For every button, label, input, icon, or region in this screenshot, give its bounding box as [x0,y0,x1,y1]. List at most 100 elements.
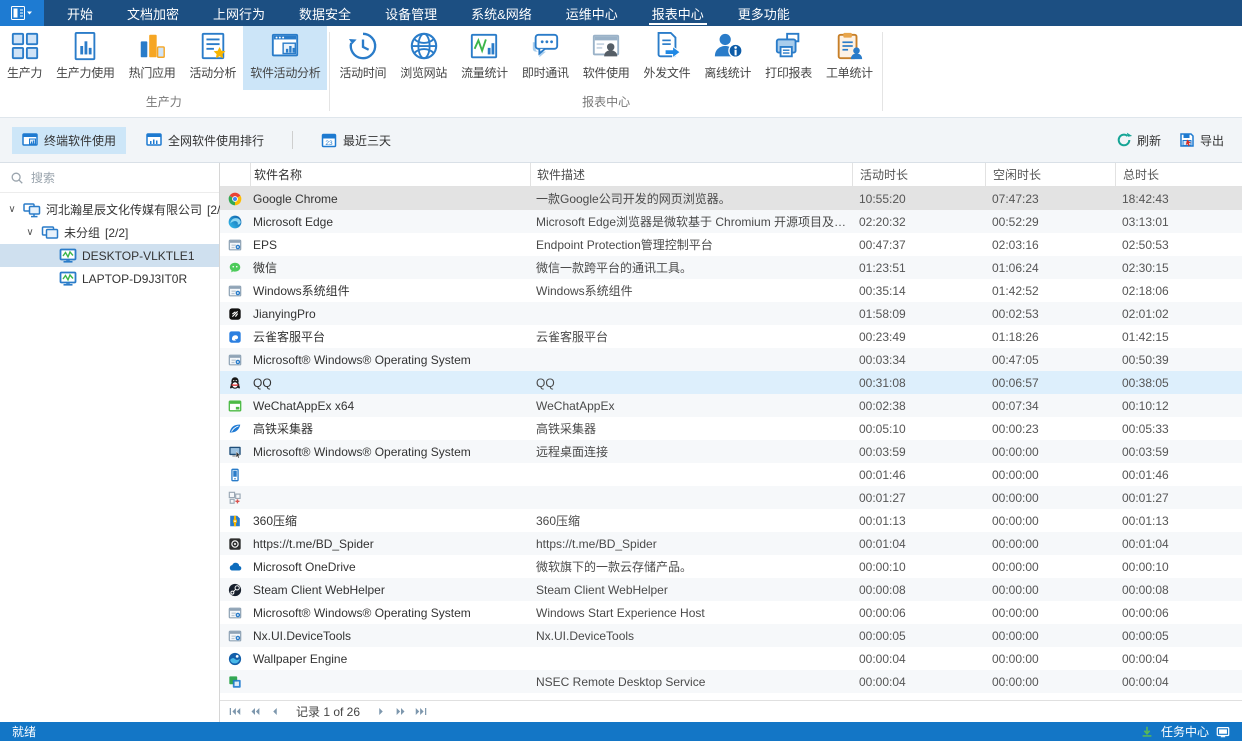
ribbon-button-0-2[interactable]: 热门应用 [122,26,183,90]
cell-total-text: 00:00:06 [1122,606,1169,620]
table-row[interactable]: 00:01:2700:00:0000:01:27 [220,486,1242,509]
ribbon-button-1-0[interactable]: 活动时间 [332,26,393,90]
tree-item-3[interactable]: LAPTOP-D9J3IT0R [0,267,219,290]
table-row[interactable]: NSEC Remote Desktop Service00:00:0400:00… [220,670,1242,693]
page-first-button[interactable] [226,705,244,719]
table-row[interactable]: 微信微信一款跨平台的通讯工具。01:23:5101:06:2402:30:15 [220,256,1242,279]
page-next-button[interactable] [372,705,390,719]
ribbon-button-label: 生产力使用 [56,64,115,81]
table-row[interactable]: WeChatAppEx x64WeChatAppEx00:02:3800:07:… [220,394,1242,417]
menu-item-8[interactable]: 更多功能 [721,0,807,26]
date-filter-button[interactable]: 23 最近三天 [311,127,401,154]
ribbon-separator [882,32,883,111]
wechatappex-icon [228,399,242,413]
ribbon-button-0-0[interactable]: 生产力 [0,26,49,90]
table-row[interactable]: JianyingPro01:58:0900:02:5302:01:02 [220,302,1242,325]
table-row[interactable]: Wallpaper Engine00:00:0400:00:0000:00:04 [220,647,1242,670]
table-row[interactable]: Windows系统组件Windows系统组件00:35:1401:42:5202… [220,279,1242,302]
tree-item-count: [2/2] [105,226,128,240]
ribbon-button-1-1[interactable]: 浏览网站 [393,26,454,90]
cell-name-text: 360压缩 [253,512,297,529]
chevron-down-icon[interactable]: ∨ [24,227,36,239]
page-fast-forward-button[interactable] [392,705,410,719]
search-box[interactable] [0,163,219,193]
doc-star-icon [198,31,228,61]
tree-indent [42,250,54,262]
cell-app-icon [220,302,250,325]
cell-total: 00:00:05 [1115,624,1242,647]
export-button[interactable]: 导出 [1179,132,1224,149]
ribbon-button-1-8[interactable]: 工单统计 [819,26,880,90]
computer-icon [59,248,77,264]
view-tab-1[interactable]: 全网软件使用排行 [136,127,274,154]
cell-total: 01:42:15 [1115,325,1242,348]
menu-item-5[interactable]: 系统&网络 [454,0,549,26]
cell-total: 00:01:46 [1115,463,1242,486]
column-header-2[interactable]: 活动时长 [852,163,985,186]
ribbon-button-0-3[interactable]: 活动分析 [182,26,243,90]
ribbon-button-1-3[interactable]: 即时通讯 [515,26,576,90]
cell-total: 00:00:08 [1115,578,1242,601]
ribbon-button-1-4[interactable]: 软件使用 [576,26,637,90]
plus-widget-icon [228,491,242,505]
cell-name: 微信 [250,256,530,279]
ribbon-button-1-6[interactable]: 离线统计 [697,26,758,90]
table-row[interactable]: Microsoft® Windows® Operating System远程桌面… [220,440,1242,463]
column-header-4[interactable]: 总时长 [1115,163,1242,186]
ribbon-button-1-5[interactable]: 外发文件 [637,26,698,90]
tree-item-1[interactable]: ∨未分组[2/2] [0,221,219,244]
tme-icon [228,537,242,551]
view-tab-0[interactable]: 终端软件使用 [12,127,126,154]
menu-item-0[interactable]: 开始 [50,0,110,26]
table-row[interactable]: 高铁采集器高铁采集器00:05:1000:00:2300:05:33 [220,417,1242,440]
task-center-button[interactable]: 任务中心 [1161,723,1209,740]
table-row[interactable]: Nx.UI.DeviceToolsNx.UI.DeviceTools00:00:… [220,624,1242,647]
ribbon-button-1-2[interactable]: 流量统计 [454,26,515,90]
cell-total: 00:50:39 [1115,348,1242,371]
table-row[interactable]: Microsoft® Windows® Operating System00:0… [220,348,1242,371]
table-row[interactable]: 00:01:4600:00:0000:01:46 [220,463,1242,486]
tree-item-0[interactable]: ∨河北瀚星辰文化传媒有限公司[2/2] [0,198,219,221]
qq-icon [228,376,242,390]
column-header-icon [220,163,250,186]
chevron-down-icon[interactable]: ∨ [6,204,18,216]
table-row[interactable]: 云雀客服平台云雀客服平台00:23:4901:18:2601:42:15 [220,325,1242,348]
table-row[interactable]: QQQQ00:31:0800:06:5700:38:05 [220,371,1242,394]
app-menu-button[interactable] [0,0,44,26]
cell-total-text: 00:00:10 [1122,560,1169,574]
cell-name-text: 高铁采集器 [253,420,313,437]
menu-item-4[interactable]: 设备管理 [368,0,454,26]
cell-name-text: 云雀客服平台 [253,328,325,345]
table-row[interactable]: EPSEndpoint Protection管理控制平台00:47:3702:0… [220,233,1242,256]
status-bar: 就绪 任务中心 [0,722,1242,741]
menu-item-2[interactable]: 上网行为 [196,0,282,26]
table-row[interactable]: Steam Client WebHelperSteam Client WebHe… [220,578,1242,601]
menu-item-7[interactable]: 报表中心 [635,0,721,26]
monitor-status-icon[interactable] [1216,725,1230,739]
page-last-button[interactable] [412,705,430,719]
table-row[interactable]: Microsoft® Windows® Operating SystemWind… [220,601,1242,624]
cell-name: Microsoft OneDrive [250,555,530,578]
table-row[interactable]: Microsoft OneDrive微软旗下的一款云存储产品。00:00:100… [220,555,1242,578]
column-header-1[interactable]: 软件描述 [530,163,852,186]
cell-total-text: 00:01:27 [1122,491,1169,505]
ribbon-button-1-7[interactable]: 打印报表 [758,26,819,90]
page-fast-back-button[interactable] [246,705,264,719]
ribbon-button-0-4[interactable]: 软件活动分析 [243,26,327,90]
table-row[interactable]: Microsoft EdgeMicrosoft Edge浏览器是微软基于 Chr… [220,210,1242,233]
search-input[interactable] [31,171,191,185]
table-row[interactable]: https://t.me/BD_Spiderhttps://t.me/BD_Sp… [220,532,1242,555]
table-row[interactable]: Google Chrome一款Google公司开发的网页浏览器。10:55:20… [220,187,1242,210]
page-prev-button[interactable] [266,705,284,719]
menu-item-6[interactable]: 运维中心 [549,0,635,26]
menu-item-3[interactable]: 数据安全 [282,0,368,26]
tree-item-label: LAPTOP-D9J3IT0R [82,272,187,286]
column-header-3[interactable]: 空闲时长 [985,163,1115,186]
column-header-0[interactable]: 软件名称 [250,163,530,186]
menu-item-1[interactable]: 文档加密 [110,0,196,26]
ribbon-button-0-1[interactable]: 生产力使用 [49,26,122,90]
refresh-button[interactable]: 刷新 [1116,132,1161,149]
table-row[interactable]: 360压缩360压缩00:01:1300:00:0000:01:13 [220,509,1242,532]
cell-desc-text: WeChatAppEx [536,399,615,413]
tree-item-2[interactable]: DESKTOP-VLKTLE1 [0,244,219,267]
